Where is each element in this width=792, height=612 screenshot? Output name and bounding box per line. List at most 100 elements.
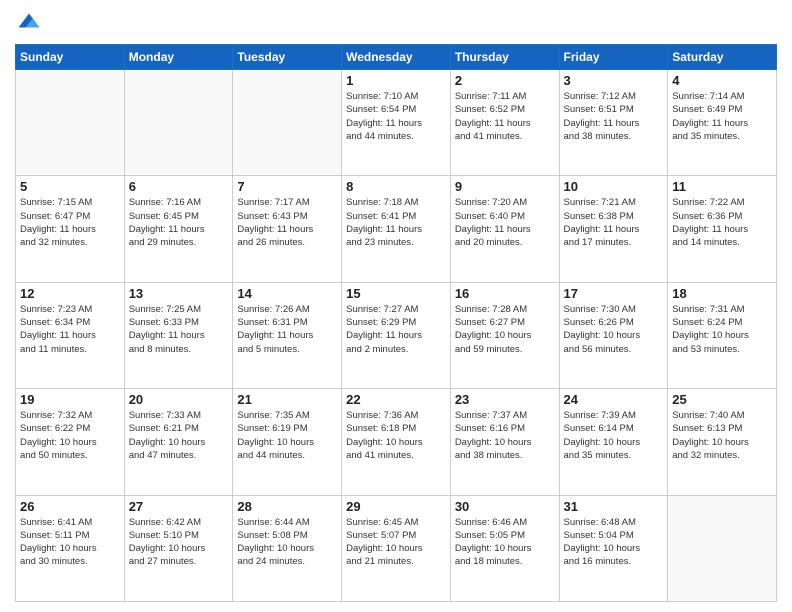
day-info: Sunrise: 7:22 AM Sunset: 6:36 PM Dayligh… [672, 196, 772, 249]
day-info: Sunrise: 7:20 AM Sunset: 6:40 PM Dayligh… [455, 196, 555, 249]
day-number: 19 [20, 392, 120, 407]
day-number: 8 [346, 179, 446, 194]
page: SundayMondayTuesdayWednesdayThursdayFrid… [0, 0, 792, 612]
day-info: Sunrise: 7:14 AM Sunset: 6:49 PM Dayligh… [672, 90, 772, 143]
day-number: 9 [455, 179, 555, 194]
day-cell: 14 Sunrise: 7:26 AM Sunset: 6:31 PM Dayli… [233, 282, 342, 388]
day-number: 20 [129, 392, 229, 407]
day-number: 30 [455, 499, 555, 514]
day-number: 4 [672, 73, 772, 88]
day-info: Sunrise: 6:46 AM Sunset: 5:05 PM Dayligh… [455, 516, 555, 569]
day-info: Sunrise: 7:28 AM Sunset: 6:27 PM Dayligh… [455, 303, 555, 356]
day-info: Sunrise: 7:36 AM Sunset: 6:18 PM Dayligh… [346, 409, 446, 462]
day-cell: 25Sunrise: 7:40 AM Sunset: 6:13 PM Dayli… [668, 389, 777, 495]
day-cell: 31Sunrise: 6:48 AM Sunset: 5:04 PM Dayli… [559, 495, 668, 601]
day-info: Sunrise: 7:32 AM Sunset: 6:22 PM Dayligh… [20, 409, 120, 462]
day-info: Sunrise: 7:26 AM Sunset: 6:31 PM Dayligh… [237, 303, 337, 356]
day-number: 18 [672, 286, 772, 301]
day-cell: 15 Sunrise: 7:27 AM Sunset: 6:29 PM Dayli… [342, 282, 451, 388]
calendar-table: SundayMondayTuesdayWednesdayThursdayFrid… [15, 44, 777, 602]
day-number: 1 [346, 73, 446, 88]
weekday-thursday: Thursday [450, 45, 559, 70]
day-cell: 19 Sunrise: 7:32 AM Sunset: 6:22 PM Dayli… [16, 389, 125, 495]
day-number: 25 [672, 392, 772, 407]
day-cell: 3 Sunrise: 7:12 AM Sunset: 6:51 PM Daylig… [559, 70, 668, 176]
day-number: 27 [129, 499, 229, 514]
day-info: Sunrise: 7:16 AM Sunset: 6:45 PM Dayligh… [129, 196, 229, 249]
day-number: 3 [564, 73, 664, 88]
logo [15, 10, 47, 38]
day-info: Sunrise: 6:41 AM Sunset: 5:11 PM Dayligh… [20, 516, 120, 569]
day-number: 28 [237, 499, 337, 514]
day-cell: 24 Sunrise: 7:39 AM Sunset: 6:14 PM Dayli… [559, 389, 668, 495]
day-info: Sunrise: 7:17 AM Sunset: 6:43 PM Dayligh… [237, 196, 337, 249]
day-cell: 20Sunrise: 7:33 AM Sunset: 6:21 PM Dayli… [124, 389, 233, 495]
day-cell: 30 Sunrise: 6:46 AM Sunset: 5:05 PM Dayli… [450, 495, 559, 601]
day-info: Sunrise: 6:42 AM Sunset: 5:10 PM Dayligh… [129, 516, 229, 569]
weekday-friday: Friday [559, 45, 668, 70]
week-row-4: 26 Sunrise: 6:41 AM Sunset: 5:11 PM Dayli… [16, 495, 777, 601]
day-number: 14 [237, 286, 337, 301]
day-cell: 8Sunrise: 7:18 AM Sunset: 6:41 PM Daylig… [342, 176, 451, 282]
day-info: Sunrise: 6:45 AM Sunset: 5:07 PM Dayligh… [346, 516, 446, 569]
weekday-header-row: SundayMondayTuesdayWednesdayThursdayFrid… [16, 45, 777, 70]
day-number: 24 [564, 392, 664, 407]
day-info: Sunrise: 7:10 AM Sunset: 6:54 PM Dayligh… [346, 90, 446, 143]
day-cell [124, 70, 233, 176]
day-number: 21 [237, 392, 337, 407]
day-info: Sunrise: 6:48 AM Sunset: 5:04 PM Dayligh… [564, 516, 664, 569]
day-info: Sunrise: 7:27 AM Sunset: 6:29 PM Dayligh… [346, 303, 446, 356]
day-cell: 23Sunrise: 7:37 AM Sunset: 6:16 PM Dayli… [450, 389, 559, 495]
day-cell: 7 Sunrise: 7:17 AM Sunset: 6:43 PM Daylig… [233, 176, 342, 282]
day-number: 6 [129, 179, 229, 194]
day-cell: 2 Sunrise: 7:11 AM Sunset: 6:52 PM Daylig… [450, 70, 559, 176]
day-info: Sunrise: 7:39 AM Sunset: 6:14 PM Dayligh… [564, 409, 664, 462]
day-cell: 4 Sunrise: 7:14 AM Sunset: 6:49 PM Daylig… [668, 70, 777, 176]
day-info: Sunrise: 7:11 AM Sunset: 6:52 PM Dayligh… [455, 90, 555, 143]
day-number: 26 [20, 499, 120, 514]
header [15, 10, 777, 38]
week-row-2: 12Sunrise: 7:23 AM Sunset: 6:34 PM Dayli… [16, 282, 777, 388]
week-row-1: 5Sunrise: 7:15 AM Sunset: 6:47 PM Daylig… [16, 176, 777, 282]
day-cell: 26 Sunrise: 6:41 AM Sunset: 5:11 PM Dayli… [16, 495, 125, 601]
day-cell: 27 Sunrise: 6:42 AM Sunset: 5:10 PM Dayli… [124, 495, 233, 601]
day-cell: 16 Sunrise: 7:28 AM Sunset: 6:27 PM Dayli… [450, 282, 559, 388]
day-number: 13 [129, 286, 229, 301]
day-number: 16 [455, 286, 555, 301]
day-number: 5 [20, 179, 120, 194]
weekday-wednesday: Wednesday [342, 45, 451, 70]
day-cell: 6 Sunrise: 7:16 AM Sunset: 6:45 PM Daylig… [124, 176, 233, 282]
week-row-3: 19 Sunrise: 7:32 AM Sunset: 6:22 PM Dayli… [16, 389, 777, 495]
day-cell: 10Sunrise: 7:21 AM Sunset: 6:38 PM Dayli… [559, 176, 668, 282]
day-info: Sunrise: 7:30 AM Sunset: 6:26 PM Dayligh… [564, 303, 664, 356]
weekday-sunday: Sunday [16, 45, 125, 70]
day-cell: 17 Sunrise: 7:30 AM Sunset: 6:26 PM Dayli… [559, 282, 668, 388]
day-cell: 9 Sunrise: 7:20 AM Sunset: 6:40 PM Daylig… [450, 176, 559, 282]
day-cell [233, 70, 342, 176]
day-cell [16, 70, 125, 176]
day-number: 10 [564, 179, 664, 194]
day-cell: 28 Sunrise: 6:44 AM Sunset: 5:08 PM Dayli… [233, 495, 342, 601]
weekday-monday: Monday [124, 45, 233, 70]
day-cell: 22 Sunrise: 7:36 AM Sunset: 6:18 PM Dayli… [342, 389, 451, 495]
day-info: Sunrise: 7:25 AM Sunset: 6:33 PM Dayligh… [129, 303, 229, 356]
day-cell: 11 Sunrise: 7:22 AM Sunset: 6:36 PM Dayli… [668, 176, 777, 282]
day-cell: 5Sunrise: 7:15 AM Sunset: 6:47 PM Daylig… [16, 176, 125, 282]
day-number: 23 [455, 392, 555, 407]
day-info: Sunrise: 6:44 AM Sunset: 5:08 PM Dayligh… [237, 516, 337, 569]
day-number: 29 [346, 499, 446, 514]
day-number: 17 [564, 286, 664, 301]
day-number: 22 [346, 392, 446, 407]
day-cell: 12Sunrise: 7:23 AM Sunset: 6:34 PM Dayli… [16, 282, 125, 388]
day-info: Sunrise: 7:35 AM Sunset: 6:19 PM Dayligh… [237, 409, 337, 462]
day-cell: 29 Sunrise: 6:45 AM Sunset: 5:07 PM Dayli… [342, 495, 451, 601]
day-number: 11 [672, 179, 772, 194]
day-cell: 21 Sunrise: 7:35 AM Sunset: 6:19 PM Dayli… [233, 389, 342, 495]
day-number: 15 [346, 286, 446, 301]
day-number: 7 [237, 179, 337, 194]
day-cell [668, 495, 777, 601]
day-info: Sunrise: 7:12 AM Sunset: 6:51 PM Dayligh… [564, 90, 664, 143]
logo-icon [15, 10, 43, 38]
weekday-tuesday: Tuesday [233, 45, 342, 70]
day-number: 2 [455, 73, 555, 88]
